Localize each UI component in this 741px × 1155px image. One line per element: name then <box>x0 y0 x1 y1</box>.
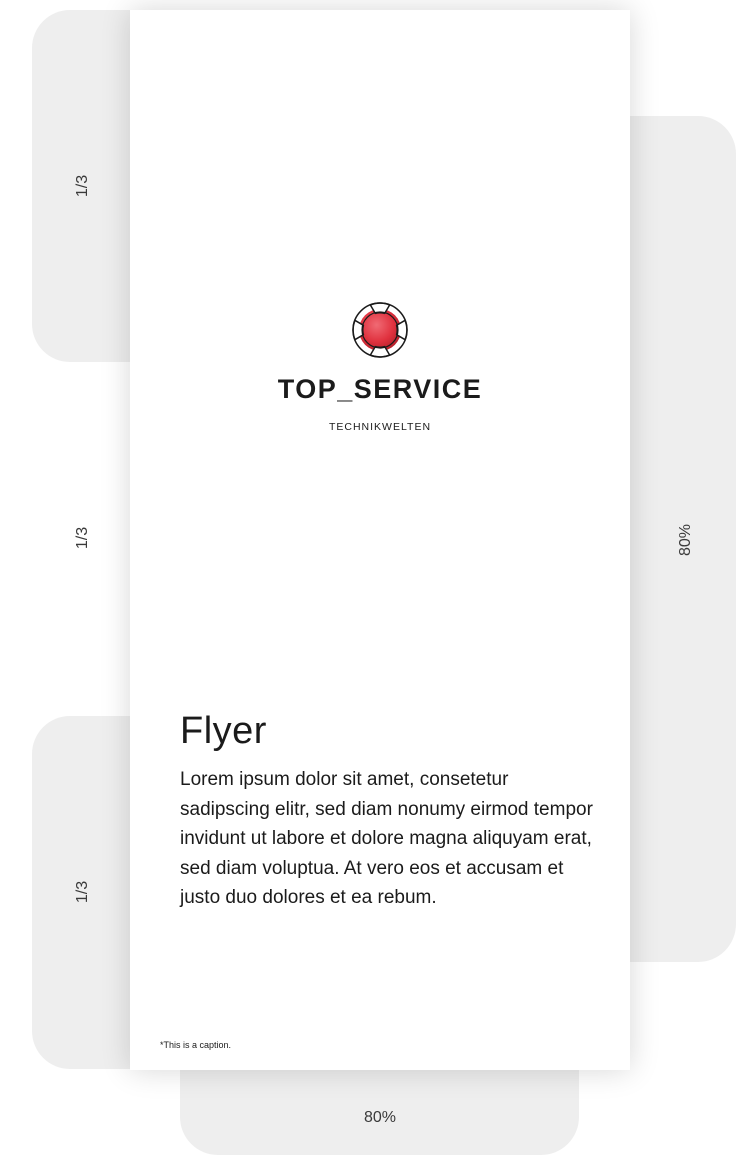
brand-tagline: TECHNIKWELTEN <box>328 421 432 433</box>
flyer-caption: *This is a caption. <box>160 1040 232 1050</box>
brand-logo: TOP_SERVICE TECHNIKWELTEN <box>130 298 630 433</box>
third-middle-label: 1/3 <box>74 526 91 550</box>
flyer-heading: Flyer <box>180 710 267 752</box>
third-bottom-label: 1/3 <box>74 880 91 904</box>
flyer-page: TOP_SERVICE TECHNIKWELTEN Flyer Lorem ip… <box>130 10 630 1070</box>
lifebuoy-icon <box>352 302 408 358</box>
third-top-label: 1/3 <box>74 174 91 198</box>
flyer-body-text: Lorem ipsum dolor sit amet, consetetur s… <box>180 769 593 908</box>
brand-name: TOP_SERVICE <box>277 374 483 404</box>
height-percent-label: 80% <box>677 523 694 557</box>
width-percent-label: 80% <box>363 1109 397 1126</box>
